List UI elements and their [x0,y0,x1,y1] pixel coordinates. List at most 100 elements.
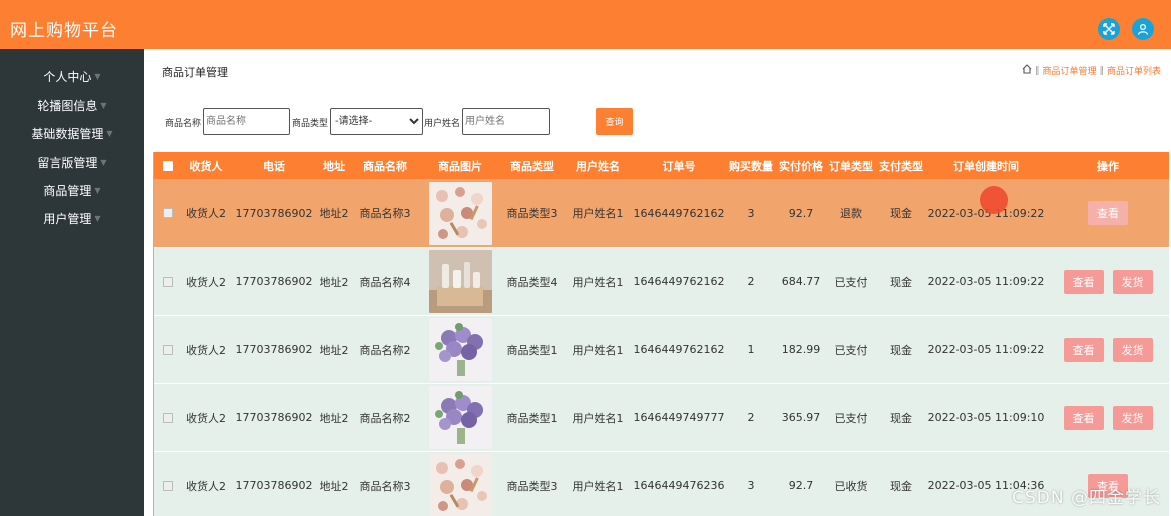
column-header: 订单号 [662,159,696,173]
row-checkbox[interactable] [163,276,173,287]
view-button[interactable]: 查看 [1088,201,1128,225]
cell-address: 地址2 [319,411,349,425]
cell-phone: 17703786902 [235,275,313,288]
row-checkbox[interactable] [163,344,173,355]
view-button[interactable]: 查看 [1063,269,1104,294]
cell-pay: 现金 [890,479,912,493]
cell-qty: 3 [747,479,755,492]
cell-user: 用户姓名1 [572,479,624,493]
cell-price: 365.97 [781,411,821,424]
orders-table: 收货人 电话 地址 商品名称 商品图片 商品类型 用户姓名 订单号 购买数量 实… [153,152,1169,516]
sidebar-item-carousel[interactable]: 轮播图信息 ▼ [0,94,144,116]
cell-order-no: 1646449476236 [633,479,725,492]
sidebar-item-products[interactable]: 商品管理 ▼ [0,179,144,201]
product-image-cell [425,452,495,516]
cell-order-no: 1646449762162 [633,343,725,356]
sidebar-item-personal-center[interactable]: 个人中心 ▼ [0,65,144,87]
cell-status: 退款 [840,207,862,220]
home-icon[interactable] [1022,64,1032,77]
sidebar-item-users[interactable]: 用户管理 ▼ [0,207,144,229]
cell-ptype: 商品类型4 [506,275,558,289]
ship-button[interactable]: 发货 [1112,269,1153,294]
product-image [428,454,492,516]
row-checkbox[interactable] [163,412,173,423]
view-button[interactable]: 查看 [1063,405,1104,430]
cell-product: 商品名称4 [359,275,411,289]
actions-cell: 查看 发货 [1046,384,1169,451]
cell-qty: 2 [747,411,755,424]
cell-user: 用户姓名1 [572,207,624,220]
search-button[interactable]: 查询 [596,108,633,135]
chevron-down-icon: ▼ [94,213,101,223]
cell-created: 2022-03-05 11:09:22 [927,275,1045,288]
cell-qty: 1 [747,343,755,356]
user-name-input[interactable] [462,108,550,135]
sidebar-item-message-board[interactable]: 留言版管理 ▼ [0,151,144,173]
cell-user: 用户姓名1 [572,343,624,357]
cell-phone: 17703786902 [235,411,313,424]
product-type-select[interactable]: -请选择- [330,108,423,135]
search-bar: 商品名称 商品类型 -请选择- 用户姓名 查询 [164,108,633,135]
cell-qty: 2 [747,275,755,288]
cell-qty: 3 [747,206,755,220]
view-button[interactable]: 查看 [1063,337,1104,362]
cell-ptype: 商品类型1 [506,343,558,357]
product-name-input[interactable] [203,108,290,135]
main-content: 商品订单管理 ‖ 商品订单管理 ‖ 商品订单列表 商品名称 商品类型 -请选择-… [144,49,1171,516]
cell-ptype: 商品类型1 [506,411,558,425]
cell-address: 地址2 [319,207,349,220]
table-header: 收货人 电话 地址 商品名称 商品图片 商品类型 用户姓名 订单号 购买数量 实… [154,152,1169,179]
cell-pay: 现金 [890,343,912,357]
sidebar-item-label: 商品管理 [43,183,92,198]
column-header: 商品类型 [510,159,554,173]
table-row[interactable]: 收货人2 17703786902 地址2 商品名称4 商品类型4 用户姓名1 1646449… [154,247,1169,315]
column-header: 商品图片 [438,159,482,173]
page-title: 商品订单管理 [162,66,228,79]
column-header: 支付类型 [879,159,923,173]
sidebar-item-label: 用户管理 [43,211,92,226]
table-row[interactable]: 收货人2 17703786902 地址2 商品名称2 商品类型1 用户姓名1 1646449… [154,315,1169,383]
breadcrumb-item[interactable]: 商品订单管理 [1042,64,1096,77]
chevron-down-icon: ▼ [100,100,107,110]
row-actions: 查看 [1088,201,1128,225]
cell-price: 92.7 [788,479,814,492]
column-header: 地址 [323,159,345,173]
cell-product: 商品名称3 [359,207,411,220]
column-header: 实付价格 [779,159,823,173]
cell-product: 商品名称3 [359,479,411,493]
chevron-down-icon: ▼ [94,71,101,81]
product-image-cell [425,179,495,247]
cursor-highlight [980,186,1008,214]
product-image [428,318,492,381]
fullscreen-icon[interactable] [1098,18,1120,40]
cell-order-no: 1646449749777 [633,411,725,424]
select-all-checkbox[interactable] [163,160,173,171]
cell-price: 684.77 [781,275,821,288]
cell-user: 用户姓名1 [572,275,624,289]
column-header: 订单创建时间 [953,159,1019,173]
cell-pay: 现金 [890,207,912,220]
cell-status: 已支付 [834,343,868,357]
cell-address: 地址2 [319,275,349,289]
breadcrumb-separator: ‖ [1034,65,1040,76]
actions-cell: 查看 [1046,179,1169,247]
column-header: 电话 [263,159,285,173]
breadcrumb-item: 商品订单列表 [1106,67,1161,77]
chevron-down-icon: ▼ [106,128,113,138]
ship-button[interactable]: 发货 [1112,337,1153,362]
product-image-cell [425,316,495,383]
ship-button[interactable]: 发货 [1112,405,1153,430]
product-image [428,250,492,313]
column-header: 操作 [1097,159,1119,173]
app-title: 网上购物平台 [10,21,118,41]
row-checkbox[interactable] [163,480,173,491]
row-checkbox[interactable] [163,208,173,218]
sidebar-item-label: 留言版管理 [37,155,98,170]
row-actions: 查看 发货 [1063,405,1153,430]
sidebar-item-base-data[interactable]: 基础数据管理 ▼ [0,122,144,144]
table-row[interactable]: 收货人2 17703786902 地址2 商品名称3 商品类型3 用户姓名1 1646449… [154,179,1169,247]
table-row[interactable]: 收货人2 17703786902 地址2 商品名称2 商品类型1 用户姓名1 1646449… [154,383,1169,451]
cell-status: 已收货 [834,479,868,493]
cell-price: 92.7 [788,206,814,220]
user-icon[interactable] [1132,18,1154,40]
